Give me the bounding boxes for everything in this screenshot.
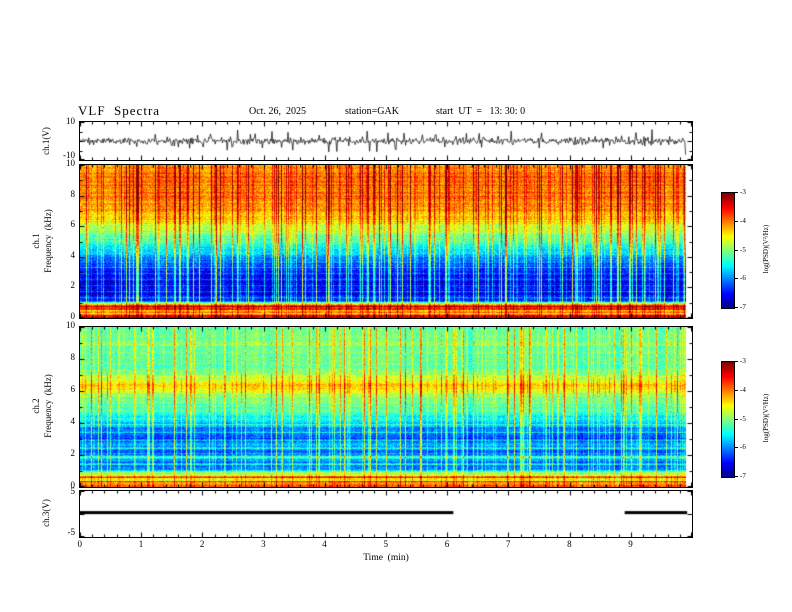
ch3-ymax-label: 5	[70, 486, 76, 496]
ch2-channel-label: ch.2	[31, 398, 41, 414]
colorbar-tick-mark	[734, 447, 738, 449]
colorbar-tick-label: -4	[740, 216, 746, 225]
colorbar-tick-label: -5	[740, 245, 746, 254]
colorbar-tick-mark	[734, 476, 738, 477]
header-station: station=GAK	[345, 106, 399, 117]
colorbar-tick-mark	[734, 220, 738, 222]
waveform-ymin-label: -10	[63, 150, 75, 160]
ch1-waveform-panel	[79, 121, 693, 161]
x-tick-label: 9	[628, 539, 633, 549]
colorbar-tick-label: -7	[740, 303, 746, 311]
x-tick-label: 8	[567, 539, 572, 549]
colorbar-tick-mark	[734, 361, 738, 362]
colorbar-tick-mark	[734, 307, 738, 308]
colorbar-ch1-canvas	[722, 193, 734, 308]
frequency-tick-label: 2	[70, 448, 76, 458]
ch3-status-panel	[79, 490, 693, 538]
ch1-channel-label: ch.1	[31, 233, 41, 249]
frequency-tick-label: 10	[66, 320, 75, 330]
ch2-frequency-axis-label: Frequency (kHz)	[43, 374, 53, 438]
colorbar-ch1-label: log(PSD)(V²/Hz)	[762, 224, 770, 274]
frequency-tick-label: 8	[70, 188, 76, 199]
colorbar-tick-label: -6	[740, 274, 746, 283]
frequency-tick-label: 4	[70, 249, 76, 260]
colorbar-tick-label: -3	[740, 357, 746, 365]
ch1-voltage-axis-label: ch.1(V)	[41, 127, 51, 155]
colorbar-tick-label: -5	[740, 414, 746, 423]
x-tick-label: 6	[444, 539, 450, 549]
frequency-tick-label: 2	[70, 280, 76, 291]
colorbar-tick-label: -7	[740, 472, 746, 480]
page-title: VLF Spectra	[78, 103, 161, 118]
waveform-ymax-label: 10	[66, 116, 75, 126]
colorbar-tick-mark	[734, 249, 738, 251]
x-tick-label: 5	[383, 539, 389, 549]
ch3-voltage-axis-label: ch.3(V)	[41, 499, 51, 527]
time-axis-label: Time (min)	[363, 553, 409, 563]
ch1-spectrogram-canvas	[80, 165, 692, 318]
colorbar-tick-mark	[734, 389, 738, 391]
ch3-ymin-label: -5	[67, 527, 76, 537]
x-tick-label: 4	[322, 539, 327, 549]
colorbar-tick-mark	[734, 418, 738, 420]
x-tick-label: 3	[261, 539, 266, 549]
colorbar-tick-mark	[734, 192, 738, 193]
ch2-spectrogram-panel	[79, 326, 693, 488]
frequency-tick-label: 4	[70, 416, 76, 426]
x-tick-label: 2	[199, 539, 205, 549]
colorbar-ch2-canvas	[722, 362, 734, 477]
colorbar-tick-mark	[734, 278, 738, 280]
frequency-tick-label: 6	[70, 219, 76, 230]
x-tick-label: 7	[505, 539, 511, 549]
colorbar-tick-label: -3	[740, 188, 746, 196]
vlf-spectra-figure: VLF Spectra Oct. 26, 2025 station=GAK st…	[0, 0, 792, 612]
ch1-waveform-canvas	[80, 122, 692, 160]
header-date: Oct. 26, 2025	[249, 106, 306, 117]
colorbar-ch2-label: log(PSD)(V²/Hz)	[762, 393, 770, 443]
x-tick-label: 0	[77, 539, 83, 549]
frequency-tick-label: 6	[70, 384, 76, 394]
colorbar-ch2	[721, 361, 735, 478]
colorbar-tick-label: -6	[740, 443, 746, 452]
ch1-frequency-axis-label: Frequency (kHz)	[43, 209, 53, 273]
ch1-spectrogram-panel	[79, 164, 693, 319]
x-tick-label: 1	[138, 539, 144, 549]
frequency-tick-label: 8	[70, 352, 76, 362]
colorbar-ch1	[721, 192, 735, 309]
header-start-ut: start UT = 13: 30: 0	[436, 106, 526, 117]
ch2-spectrogram-canvas	[80, 327, 692, 487]
ch3-status-canvas	[80, 491, 692, 537]
colorbar-tick-label: -4	[740, 385, 746, 394]
